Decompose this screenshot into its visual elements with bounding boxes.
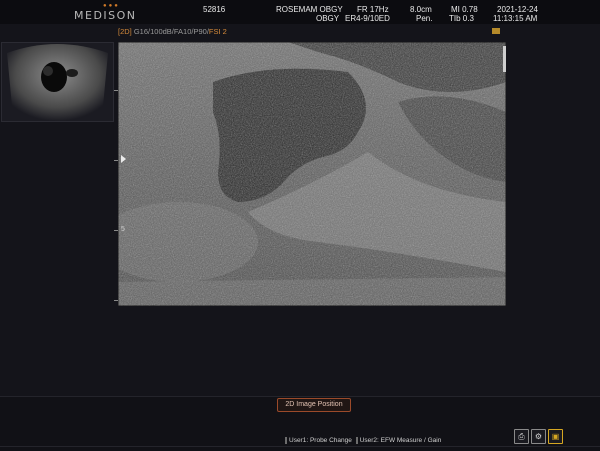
ultrasound-scan-svg [118, 42, 506, 306]
exam-time: 11:13:15 AM [493, 14, 538, 23]
save-icon[interactable]: ▣ [548, 429, 563, 444]
depth-tick [114, 300, 118, 301]
gain-indicator [503, 46, 506, 72]
user2-hint: User2: EFW Measure / Gain [359, 437, 442, 445]
depth-value: 8.0cm [410, 5, 432, 14]
thumbnail-ultrasound-image [7, 44, 108, 121]
penetration-mode: Pen. [416, 14, 433, 23]
user-key-hints: User1: Probe Change User2: EFW Measure /… [283, 437, 441, 444]
reference-thumbnail [1, 42, 114, 122]
frame-rate: FR 17Hz [357, 5, 389, 14]
department: OBGY [316, 14, 340, 23]
depth-tick [114, 160, 118, 161]
separator [285, 437, 287, 444]
medison-logo: MEDISON [74, 9, 137, 22]
print-icon[interactable]: ⎙ [514, 429, 529, 444]
exam-date: 2021-12-24 [497, 5, 538, 14]
imaging-parameters: [2D] G16/100dB/FA10/P90/FSI 2 [118, 27, 227, 36]
bookmark-icon [492, 28, 500, 34]
divider [0, 446, 600, 447]
thermal-index: TIb 0.3 [449, 14, 474, 23]
patient-id: 52816 [203, 5, 226, 14]
depth-tick [114, 90, 118, 91]
focus-marker-icon[interactable] [121, 155, 126, 163]
depth-label-5: 5 [121, 226, 125, 233]
image-position-button[interactable]: 2D Image Position [277, 398, 351, 412]
mode-label: [2D] [118, 27, 132, 36]
ultrasound-image[interactable] [118, 42, 506, 306]
settings-icon[interactable]: ⚙ [531, 429, 546, 444]
fsi-label: FSI 2 [208, 27, 227, 36]
user1-hint: User1: Probe Change [289, 437, 352, 445]
probe-type: ER4-9/10ED [345, 14, 390, 23]
mechanical-index: MI 0.78 [451, 5, 478, 14]
separator [355, 437, 358, 444]
hospital-name: ROSEMAM OBGY [276, 5, 343, 14]
gain-params: G16/100dB/FA10/P90/ [131, 27, 209, 36]
depth-tick [114, 230, 118, 231]
